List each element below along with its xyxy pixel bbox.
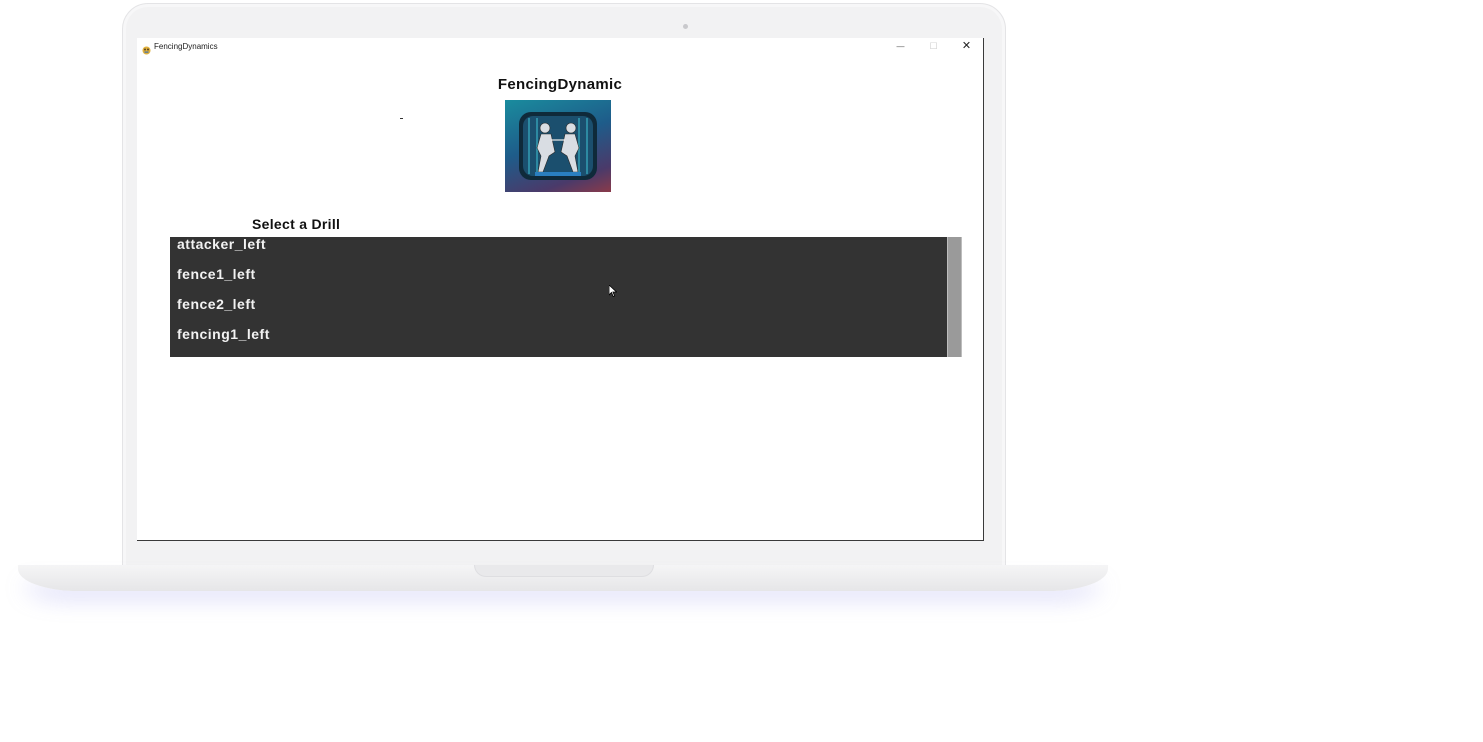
device-mockup: FencingDynamics — ☐ ✕ FencingDynamic Sel… [0, 0, 1483, 742]
maximize-icon: ☐ [929, 41, 938, 51]
stray-mark [400, 118, 403, 119]
close-button[interactable]: ✕ [950, 38, 983, 55]
minimize-icon: — [896, 41, 905, 51]
list-item[interactable]: fence2_left [170, 289, 947, 319]
minimize-button[interactable]: — [884, 38, 917, 55]
window-controls: — ☐ ✕ [884, 38, 983, 55]
laptop-base [18, 565, 1108, 591]
page-title: FencingDynamic [497, 76, 623, 93]
title-bar[interactable]: FencingDynamics — ☐ ✕ [137, 38, 983, 55]
app-window: FencingDynamics — ☐ ✕ FencingDynamic Sel… [137, 38, 984, 541]
close-icon: ✕ [961, 40, 972, 52]
drill-listbox[interactable]: attacker_left fence1_left fence2_left fe… [170, 237, 947, 357]
fencers-logo-icon [505, 100, 611, 192]
camera-dot [683, 24, 688, 29]
list-item[interactable]: attacker_left [170, 237, 947, 259]
list-item[interactable]: fence1_left [170, 259, 947, 289]
maximize-button[interactable]: ☐ [917, 38, 950, 55]
scrollbar-thumb[interactable] [948, 237, 961, 357]
app-icon [142, 42, 151, 55]
mouse-cursor-icon [608, 284, 618, 298]
list-item[interactable]: fencing1_left [170, 319, 947, 349]
list-scrollbar[interactable] [947, 237, 962, 357]
window-title: FencingDynamics [154, 42, 218, 51]
laptop-notch [474, 565, 654, 577]
drill-list-label: Select a Drill [252, 216, 341, 232]
